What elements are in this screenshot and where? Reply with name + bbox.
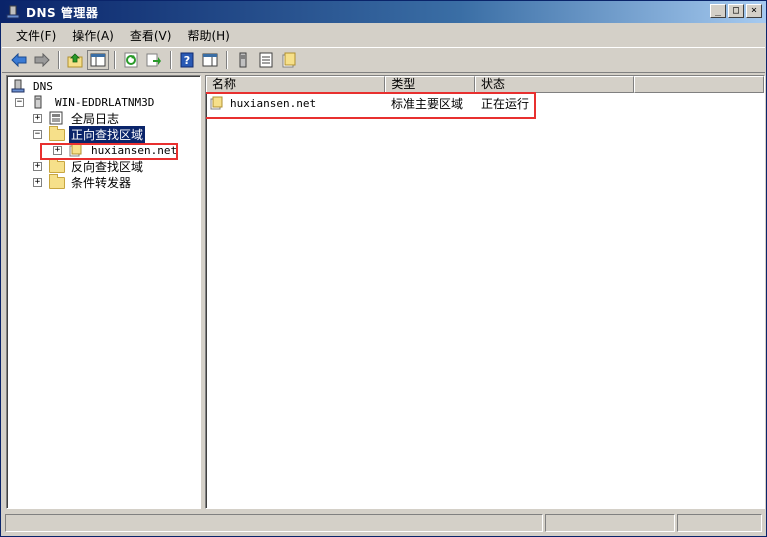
tree-label-reverse-lookup-zones: 反向查找区域 [71,159,144,174]
toolbar-separator [114,51,116,69]
folder-icon [49,126,65,141]
server-icon [239,52,247,68]
menu-view[interactable]: 查看(V) [122,25,180,46]
export-list-button[interactable] [143,50,165,70]
tree-label-server: WIN-EDDRLATNM3D [55,95,155,109]
console-tree-icon [90,53,106,67]
properties-button[interactable] [199,50,221,70]
tree-node-forward-lookup-zones[interactable]: − 正向查找区域 [29,125,146,143]
refresh-icon [124,52,138,68]
expand-toggle[interactable]: + [33,114,42,123]
back-icon [11,53,27,67]
zone-button[interactable] [278,50,300,70]
expand-toggle[interactable]: + [33,178,42,187]
maximize-button[interactable]: □ [728,4,744,18]
tree-node-reverse-lookup-zones[interactable]: + 反向查找区域 [29,158,145,174]
show-hide-tree-button[interactable] [87,50,109,70]
refresh-button[interactable] [120,50,142,70]
toolbar: ? [2,47,765,73]
tree-label-global-log: 全局日志 [71,111,120,126]
list-button[interactable] [255,50,277,70]
status-panel-2 [545,514,675,532]
column-header-name[interactable]: 名称 [206,76,386,93]
folder-icon [49,174,65,189]
list-icon [259,52,273,68]
up-button[interactable] [64,50,86,70]
window-title: DNS 管理器 [26,5,99,20]
toolbar-separator [58,51,60,69]
toolbar-separator [170,51,172,69]
zone-icon [282,52,296,68]
column-header-empty [634,76,764,93]
menu-help[interactable]: 帮助(H) [179,25,237,46]
dns-app-icon [6,5,20,19]
minimize-button[interactable]: _ [710,4,726,18]
menu-file[interactable]: 文件(F) [8,25,64,46]
status-panel-3 [677,514,762,532]
properties-icon [202,53,218,67]
annotation-highlight-tree [40,143,178,160]
server-icon [33,95,49,109]
dns-manager-window: DNS 管理器 _ □ × 文件(F) 操作(A) 查看(V) 帮助(H) ? … [0,0,767,537]
status-bar [2,512,765,534]
collapse-toggle[interactable]: − [15,98,24,107]
tree-label-conditional-forwarders: 条件转发器 [71,175,132,190]
tree-label-dns: DNS [33,79,53,93]
tree-node-server[interactable]: − WIN-EDDRLATNM3D [11,94,156,110]
console-tree-pane[interactable]: DNS − WIN-EDDRLATNM3D + 全局日志 − 正向查找区域 + … [6,75,201,509]
results-list-pane[interactable]: 名称 类型 状态 huxiansen.net 标准主要区域 正在运行 [205,75,765,509]
status-panel-main [5,514,543,532]
menu-bar: 文件(F) 操作(A) 查看(V) 帮助(H) [2,24,765,46]
svg-text:?: ? [184,54,190,67]
column-header-status[interactable]: 状态 [475,76,635,93]
up-folder-icon [67,53,83,68]
collapse-toggle[interactable]: − [33,130,42,139]
forward-icon [34,53,50,67]
server-button[interactable] [232,50,254,70]
dns-root-icon [11,79,27,93]
window-controls: _ □ × [710,4,762,18]
annotation-highlight-list [206,92,536,119]
export-icon [146,53,161,67]
tree-node-global-log[interactable]: + 全局日志 [29,110,121,126]
close-button[interactable]: × [746,4,762,18]
tree-node-dns-root[interactable]: DNS [11,78,55,94]
list-header: 名称 类型 状态 [206,76,764,93]
forward-button[interactable] [31,50,53,70]
toolbar-separator [226,51,228,69]
tree-label-forward-lookup-zones: 正向查找区域 [69,125,146,143]
menu-action[interactable]: 操作(A) [64,25,122,46]
title-bar[interactable]: DNS 管理器 _ □ × [1,1,766,23]
expand-toggle[interactable]: + [33,162,42,171]
event-log-icon [49,111,65,125]
column-header-type[interactable]: 类型 [385,76,476,93]
help-icon: ? [180,52,194,68]
back-button[interactable] [8,50,30,70]
help-button[interactable]: ? [176,50,198,70]
tree-node-conditional-forwarders[interactable]: + 条件转发器 [29,174,133,190]
folder-icon [49,158,65,173]
